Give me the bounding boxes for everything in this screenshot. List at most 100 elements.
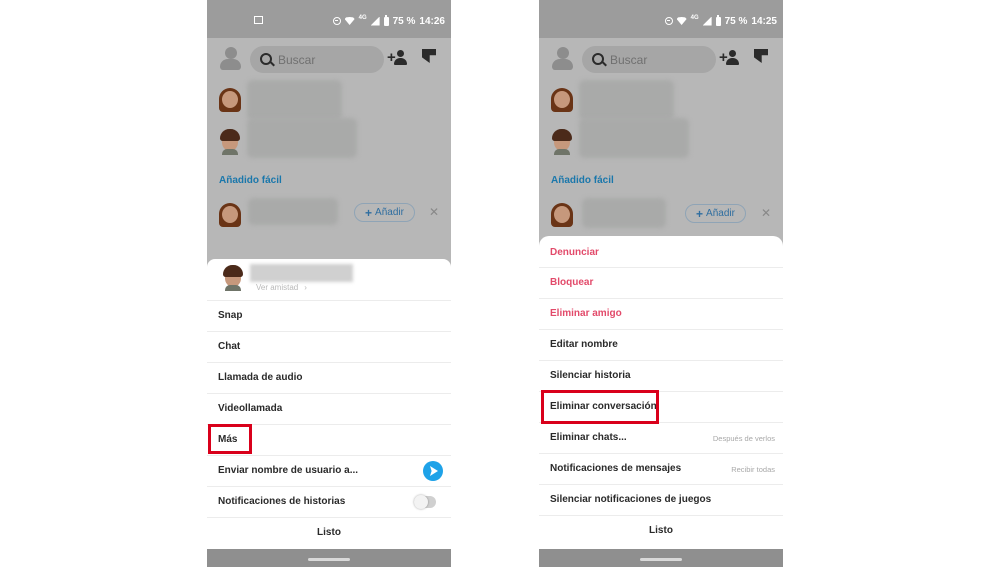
- plus-icon: +: [365, 205, 373, 220]
- menu-item-remove-friend[interactable]: Eliminar amigo: [539, 298, 783, 329]
- status-icons: 4G 75 % 14:26: [332, 14, 445, 28]
- close-icon[interactable]: ✕: [761, 207, 771, 219]
- battery-icon: [383, 15, 389, 26]
- status-time: 14:26: [419, 15, 445, 27]
- quick-add-label: Añadir: [375, 207, 404, 218]
- close-icon[interactable]: ✕: [429, 206, 439, 218]
- signal-icon: [702, 16, 712, 26]
- battery-icon: [715, 15, 721, 26]
- menu-item-label: Silenciar historia: [550, 370, 631, 381]
- menu-item-label: Notificaciones de historias: [218, 496, 346, 507]
- blurred-chat-preview[interactable]: [247, 80, 342, 120]
- signal-icon: [370, 16, 380, 26]
- battery-level: 75 %: [724, 15, 748, 27]
- quick-add-title: Añadido fácil: [219, 175, 282, 186]
- menu-item-label: Notificaciones de mensajes: [550, 463, 682, 474]
- menu-item-label: Videollamada: [218, 403, 283, 414]
- search-placeholder: Buscar: [278, 53, 316, 67]
- bitmoji-avatar[interactable]: [551, 129, 573, 155]
- new-chat-icon[interactable]: [422, 49, 436, 63]
- done-label: Listo: [317, 527, 341, 538]
- phone-screen-left: 4G 75 % 14:26 Buscar + Añadido fácil + A…: [207, 0, 451, 567]
- bitmoji-avatar: [219, 201, 241, 227]
- battery-level: 75 %: [392, 15, 416, 27]
- app-header: Buscar +: [539, 38, 783, 80]
- bitmoji-avatar[interactable]: [551, 86, 573, 112]
- search-placeholder: Buscar: [610, 53, 648, 67]
- new-chat-icon[interactable]: [754, 49, 768, 63]
- ver-amistad-label: Ver amistad: [256, 283, 299, 292]
- menu-item-label: Eliminar amigo: [550, 308, 622, 319]
- toggle-switch[interactable]: [414, 495, 436, 509]
- dnd-icon: [664, 17, 673, 25]
- status-bar: 4G 75 % 14:26: [207, 0, 451, 38]
- menu-item-mute-story[interactable]: Silenciar historia: [539, 360, 783, 391]
- blurred-chat-preview[interactable]: [579, 80, 674, 120]
- menu-item-chat[interactable]: Chat: [207, 331, 451, 362]
- menu-item-snap[interactable]: Snap: [207, 300, 451, 331]
- phone-screen-right: 4G 75 % 14:25 Buscar + Añadido fácil + A…: [539, 0, 783, 567]
- menu-item-mute-game-notifications[interactable]: Silenciar notificaciones de juegos: [539, 484, 783, 515]
- search-icon: [592, 53, 604, 65]
- blurred-chat-preview[interactable]: [247, 118, 357, 158]
- profile-avatar-icon[interactable]: [220, 47, 241, 71]
- bitmoji-avatar[interactable]: [219, 129, 241, 155]
- menu-item-message-notifications[interactable]: Notificaciones de mensajes Recibir todas: [539, 453, 783, 484]
- network-type: 4G: [690, 15, 699, 21]
- menu-item-value: Recibir todas: [731, 465, 775, 474]
- blurred-username: [248, 198, 338, 225]
- ver-amistad-link[interactable]: Ver amistad ›: [256, 283, 307, 292]
- highlight-box: [541, 390, 659, 424]
- menu-item-label: Llamada de audio: [218, 372, 303, 383]
- search-bar[interactable]: Buscar: [250, 46, 384, 73]
- status-bar: 4G 75 % 14:25: [539, 0, 783, 38]
- menu-item-block[interactable]: Bloquear: [539, 267, 783, 298]
- menu-item-value: Después de verlos: [712, 434, 775, 443]
- profile-avatar-icon[interactable]: [552, 47, 573, 71]
- quick-add-button[interactable]: + Añadir: [354, 203, 415, 222]
- add-friend-icon[interactable]: +: [387, 50, 409, 66]
- add-friend-icon[interactable]: +: [719, 50, 741, 66]
- menu-item-label: Chat: [218, 341, 241, 352]
- wifi-icon: [344, 17, 355, 25]
- menu-item-delete-chats[interactable]: Eliminar chats... Después de verlos: [539, 422, 783, 453]
- menu-item-audio-call[interactable]: Llamada de audio: [207, 362, 451, 393]
- sheet-header[interactable]: Ver amistad ›: [207, 259, 451, 300]
- menu-item-story-notifications[interactable]: Notificaciones de historias: [207, 486, 451, 517]
- menu-item-label: Editar nombre: [550, 339, 618, 350]
- quick-add-button[interactable]: + Añadir: [685, 204, 746, 223]
- highlight-box: [208, 424, 252, 454]
- menu-item-label: Denunciar: [550, 247, 599, 258]
- status-icons: 4G 75 % 14:25: [664, 14, 777, 28]
- nav-bar: [539, 549, 783, 567]
- done-label: Listo: [649, 525, 673, 536]
- quick-add-title: Añadido fácil: [551, 175, 614, 186]
- dnd-icon: [332, 17, 341, 25]
- menu-item-send-username[interactable]: Enviar nombre de usuario a...: [207, 455, 451, 486]
- home-gesture-bar[interactable]: [308, 558, 350, 561]
- done-button[interactable]: Listo: [539, 515, 783, 546]
- home-gesture-bar[interactable]: [640, 558, 682, 561]
- bitmoji-avatar[interactable]: [219, 86, 241, 112]
- blurred-display-name: [250, 264, 353, 282]
- menu-item-video-call[interactable]: Videollamada: [207, 393, 451, 424]
- menu-item-label: Enviar nombre de usuario a...: [218, 465, 359, 476]
- blurred-username: [582, 198, 666, 228]
- quick-add-label: Añadir: [706, 208, 735, 219]
- menu-item-label: Eliminar chats...: [550, 432, 627, 443]
- blurred-chat-preview[interactable]: [579, 118, 689, 158]
- chevron-right-icon: ›: [304, 283, 307, 292]
- menu-item-label: Silenciar notificaciones de juegos: [550, 494, 712, 505]
- status-time: 14:25: [751, 15, 777, 27]
- menu-item-label: Snap: [218, 310, 243, 321]
- send-icon[interactable]: [423, 461, 443, 481]
- menu-item-edit-name[interactable]: Editar nombre: [539, 329, 783, 360]
- action-sheet: Ver amistad › Snap Chat Llamada de audio …: [207, 259, 451, 549]
- done-button[interactable]: Listo: [207, 517, 451, 548]
- app-header: Buscar +: [207, 38, 451, 80]
- bitmoji-avatar: [222, 265, 244, 291]
- image-icon: [254, 16, 263, 24]
- network-type: 4G: [358, 15, 367, 21]
- menu-item-report[interactable]: Denunciar: [539, 236, 783, 267]
- search-bar[interactable]: Buscar: [582, 46, 716, 73]
